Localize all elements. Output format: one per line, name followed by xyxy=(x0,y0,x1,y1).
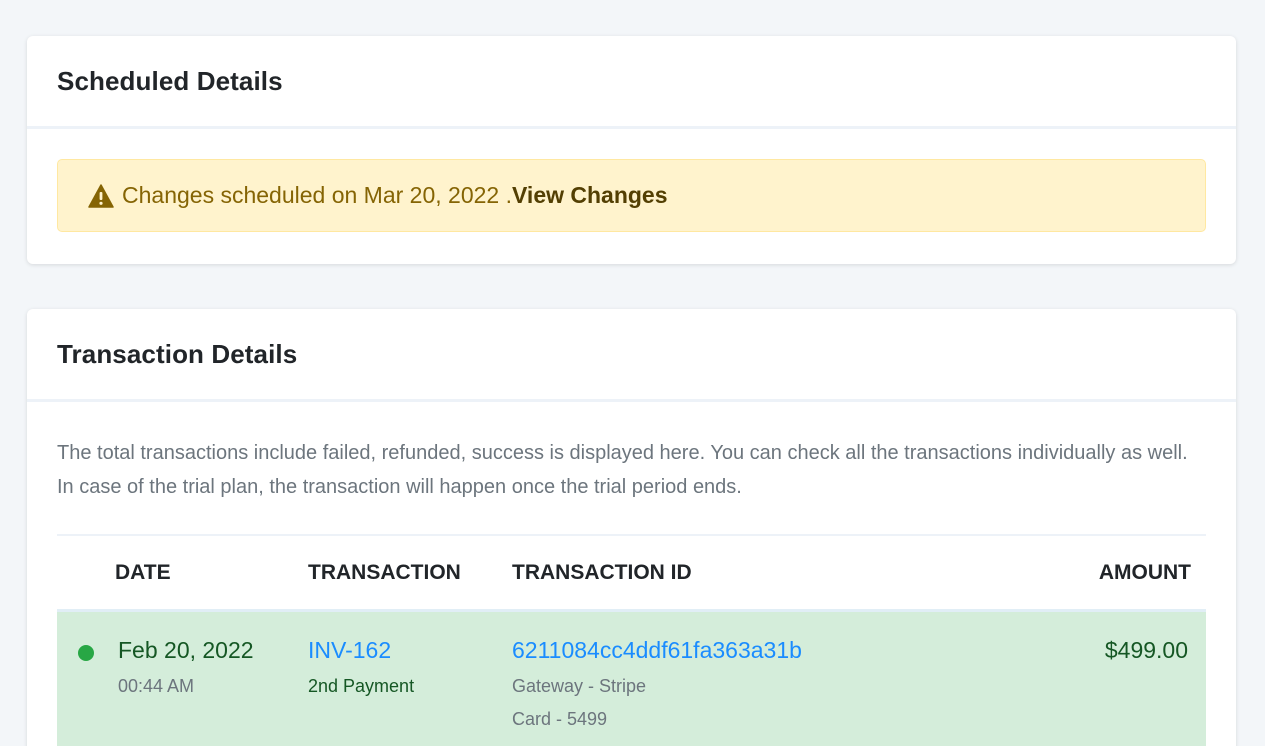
transaction-amount: $499.00 xyxy=(1104,637,1188,663)
scheduled-details-header: Scheduled Details xyxy=(27,36,1236,129)
transaction-details-body: The total transactions include failed, r… xyxy=(27,402,1236,746)
scheduled-changes-text: Changes scheduled on Mar 20, 2022 . xyxy=(122,182,512,208)
scheduled-details-card: Scheduled Details Changes scheduled on M… xyxy=(27,36,1236,264)
warning-icon xyxy=(88,183,114,208)
gateway-label: Gateway - Stripe xyxy=(512,676,647,696)
table-header: DATE TRANSACTION TRANSACTION ID AMOUNT xyxy=(57,536,1206,612)
column-header-date[interactable]: DATE xyxy=(115,561,171,585)
scheduled-details-body: Changes scheduled on Mar 20, 2022 . View … xyxy=(27,129,1236,232)
transaction-date: Feb 20, 2022 xyxy=(118,637,254,663)
column-header-amount[interactable]: AMOUNT xyxy=(1099,561,1191,585)
column-header-transaction[interactable]: TRANSACTION xyxy=(308,561,461,585)
card-label: Card - 5499 xyxy=(512,709,608,729)
transaction-time: 00:44 AM xyxy=(118,676,195,696)
status-success-dot xyxy=(78,645,94,661)
transactions-table: DATE TRANSACTION TRANSACTION ID AMOUNT F… xyxy=(57,534,1206,746)
view-changes-link[interactable]: View Changes xyxy=(512,182,668,209)
scheduled-details-title: Scheduled Details xyxy=(57,65,283,96)
transaction-description: The total transactions include failed, r… xyxy=(57,442,1188,498)
column-header-transaction-id[interactable]: TRANSACTION ID xyxy=(512,561,692,585)
table-row[interactable]: Feb 20, 2022 00:44 AM INV-162 2nd Paymen… xyxy=(57,612,1206,746)
payment-label: 2nd Payment xyxy=(308,676,415,696)
transaction-id-link[interactable]: 6211084cc4ddf61fa363a31b xyxy=(512,637,802,664)
invoice-link[interactable]: INV-162 xyxy=(308,637,391,664)
scheduled-changes-alert: Changes scheduled on Mar 20, 2022 . View … xyxy=(57,159,1206,232)
transaction-details-header: Transaction Details xyxy=(27,309,1236,402)
transaction-details-title: Transaction Details xyxy=(57,338,298,369)
transaction-details-card: Transaction Details The total transactio… xyxy=(27,309,1236,746)
